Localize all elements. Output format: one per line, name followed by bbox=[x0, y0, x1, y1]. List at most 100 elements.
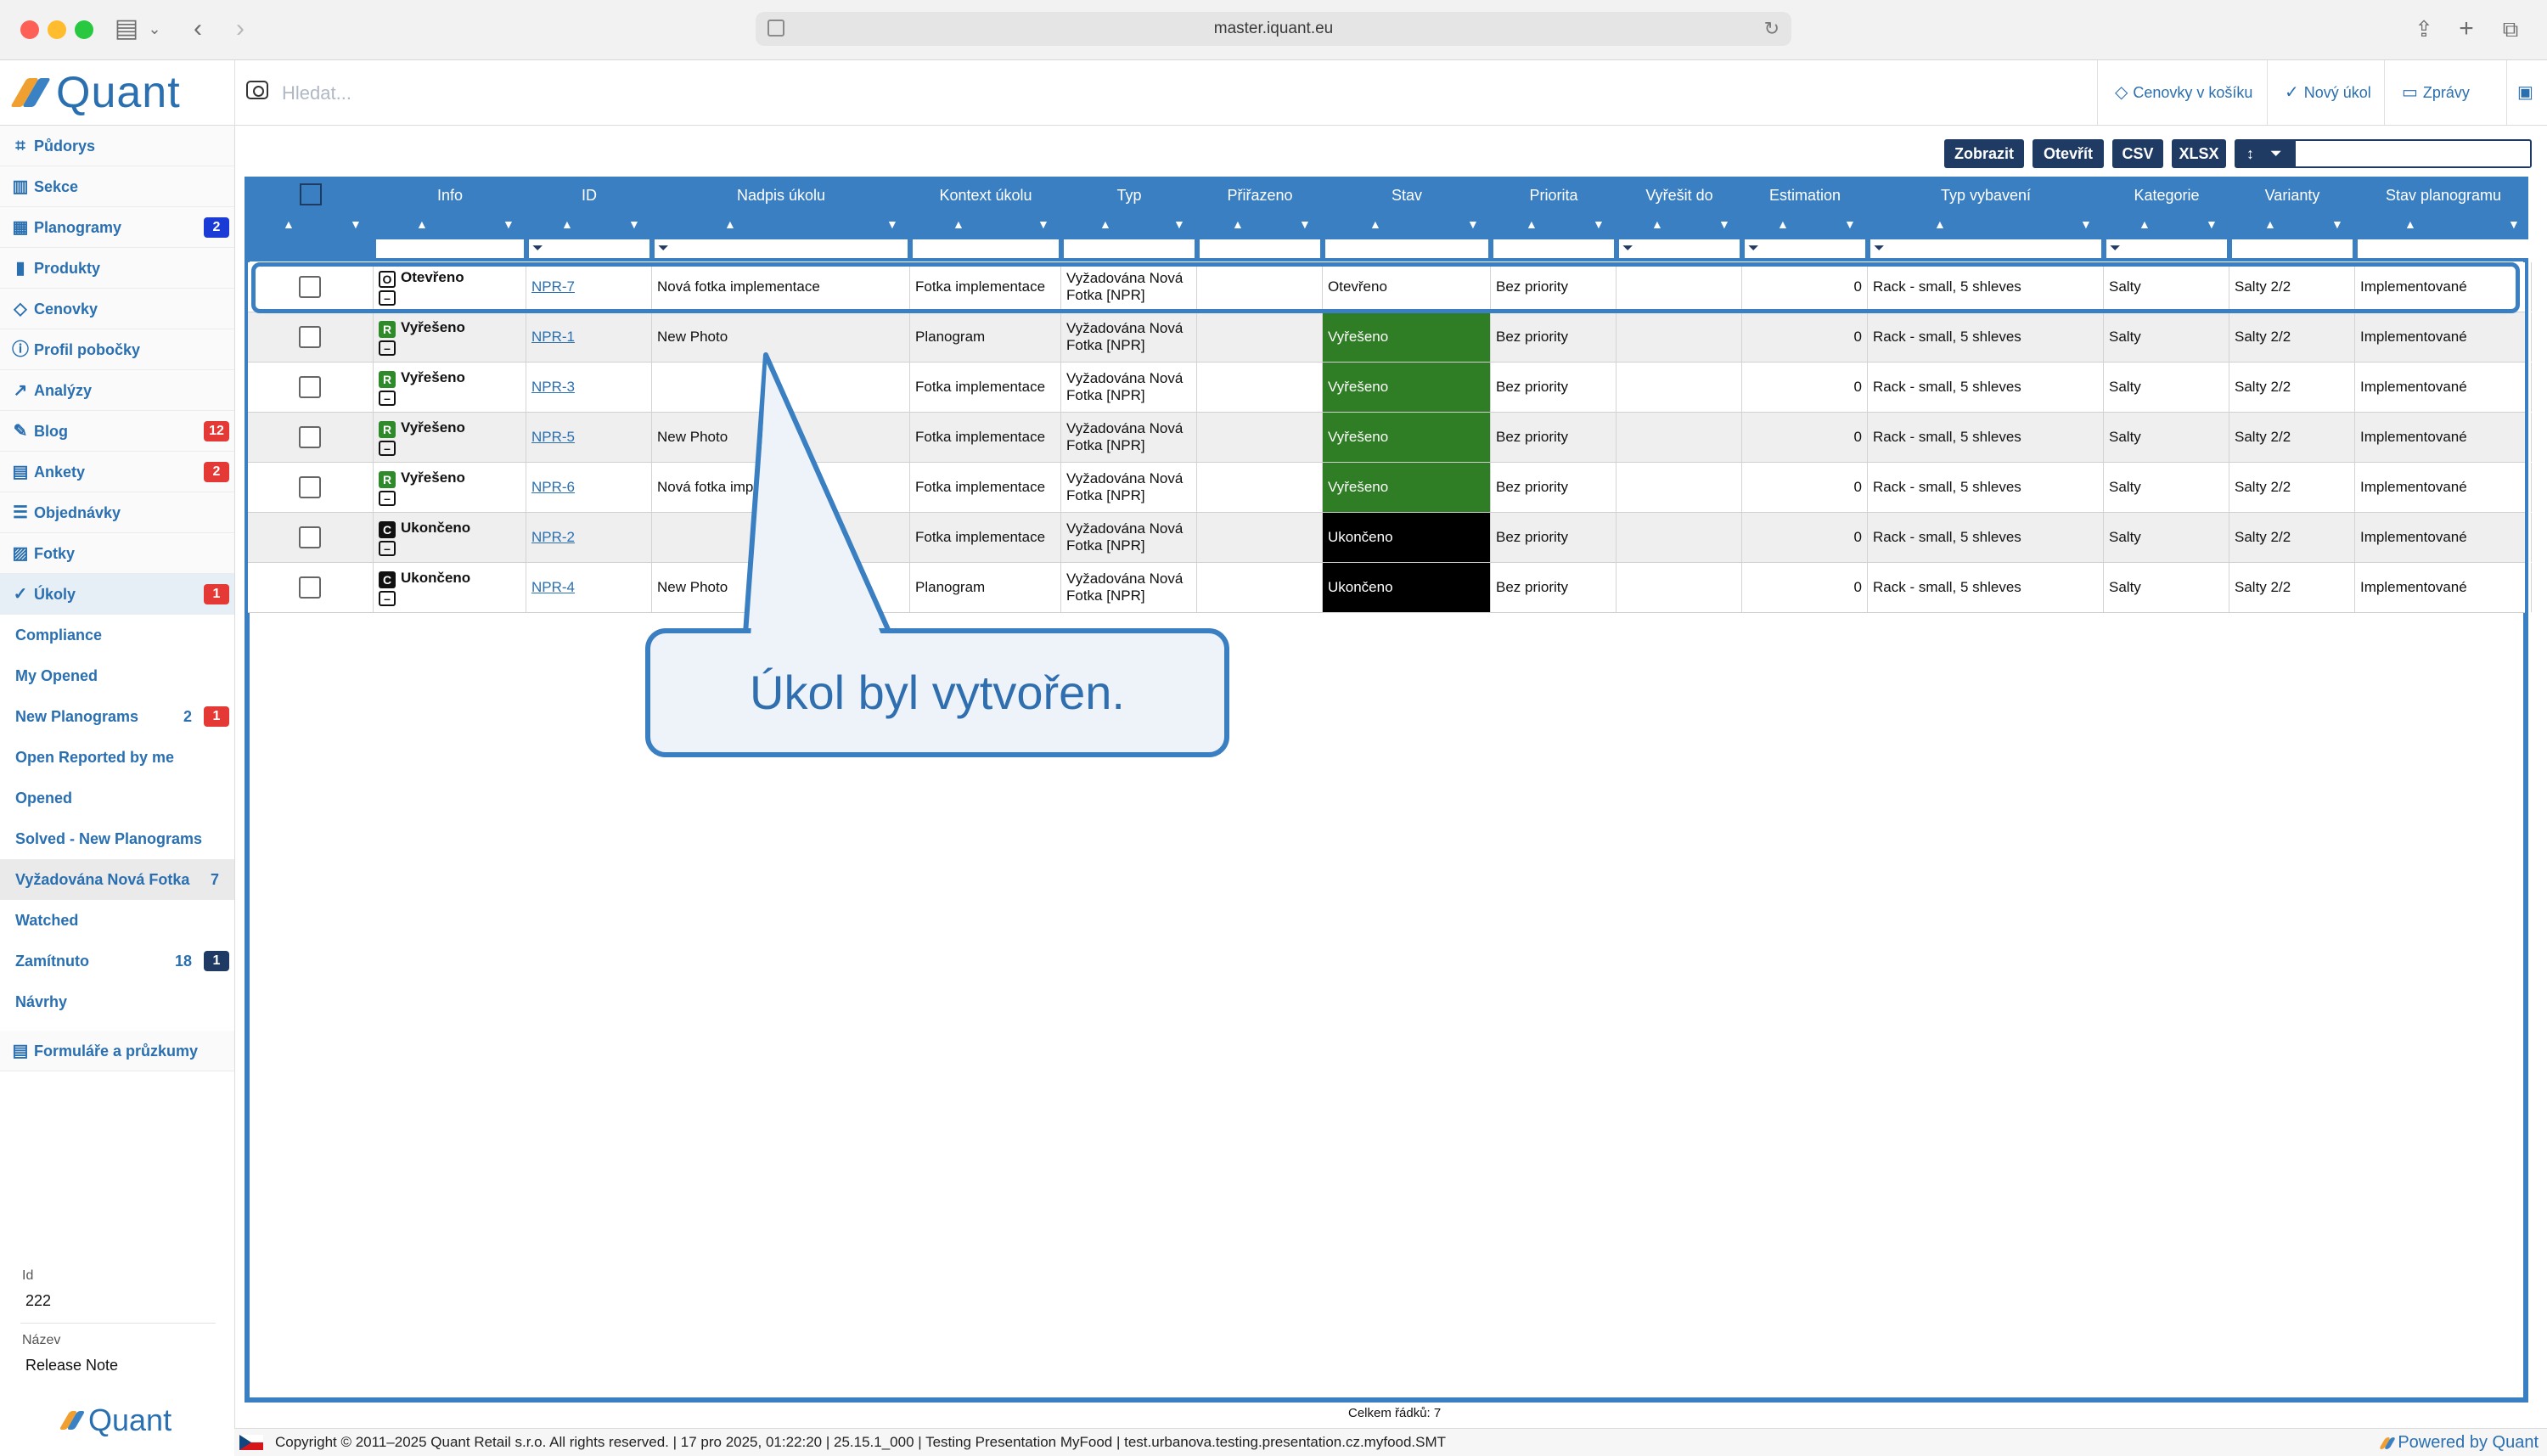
minimize-window-button[interactable] bbox=[48, 20, 66, 39]
share-icon[interactable]: ⇪ bbox=[2409, 12, 2438, 46]
sort-descending-icon[interactable]: ▼ bbox=[1844, 217, 1856, 231]
show-button[interactable]: Zobrazit bbox=[1944, 139, 2024, 168]
sort-ascending-icon[interactable]: ▲ bbox=[1232, 217, 1244, 231]
column-filter-input[interactable] bbox=[1200, 239, 1320, 258]
column-filter-input[interactable] bbox=[913, 239, 1059, 258]
column-filter-input[interactable] bbox=[2232, 239, 2353, 258]
table-row[interactable]: C Ukončeno – NPR-4 New Photo Planogram Vyžadov… bbox=[248, 563, 2532, 613]
powered-by[interactable]: Powered by Quant bbox=[2379, 1429, 2539, 1456]
sort-descending-icon[interactable]: ▼ bbox=[2206, 217, 2218, 231]
new-task-button[interactable]: ✓ Nový úkol bbox=[2267, 60, 2384, 125]
task-id-link[interactable]: NPR-2 bbox=[531, 529, 575, 546]
subnav-my-opened[interactable]: My Opened bbox=[0, 655, 234, 696]
column-header-task-context[interactable]: Kontext úkolu ▲ ▼ bbox=[910, 177, 1061, 261]
column-header-select[interactable]: ▲ ▼ bbox=[248, 177, 374, 261]
collapse-icon[interactable]: – bbox=[379, 541, 396, 556]
bottom-logo[interactable]: Quant bbox=[59, 1403, 171, 1438]
sidebar-item-floorplan[interactable]: ⌗ Půdorys bbox=[0, 126, 234, 166]
subnav-compliance[interactable]: Compliance bbox=[0, 615, 234, 655]
funnel-icon[interactable]: ⏷ bbox=[532, 241, 543, 256]
back-icon[interactable]: ‹ bbox=[185, 12, 211, 46]
task-id-link[interactable]: NPR-4 bbox=[531, 579, 575, 596]
sidebar-item-planograms[interactable]: ▦ Planogramy 2 bbox=[0, 207, 234, 248]
column-header-estimation[interactable]: Estimation ⏷ ▲ ▼ bbox=[1742, 177, 1868, 261]
sort-ascending-icon[interactable]: ▲ bbox=[2264, 217, 2276, 231]
column-filter-input[interactable]: ⏷ bbox=[529, 239, 649, 258]
column-header-category[interactable]: Kategorie ⏷ ▲ ▼ bbox=[2104, 177, 2229, 261]
subnav-new-planograms[interactable]: New Planograms 2 1 bbox=[0, 696, 234, 737]
row-checkbox[interactable] bbox=[299, 526, 321, 548]
funnel-icon[interactable]: ⏷ bbox=[1874, 241, 1885, 256]
table-row[interactable]: C Ukončeno – NPR-2 Fotka implementace Vyžadov… bbox=[248, 513, 2532, 563]
sort-descending-icon[interactable]: ▼ bbox=[350, 217, 362, 231]
column-filter-input[interactable]: ⏷ bbox=[1745, 239, 1865, 258]
sort-descending-icon[interactable]: ▼ bbox=[628, 217, 640, 231]
task-id-link[interactable]: NPR-3 bbox=[531, 379, 575, 396]
sidebar-toggle-icon[interactable]: ▤ bbox=[112, 12, 141, 46]
tab-overview-icon[interactable]: ⧉ bbox=[2496, 12, 2525, 46]
sort-ascending-icon[interactable]: ▲ bbox=[1526, 217, 1538, 231]
column-filter-input[interactable]: ⏷ bbox=[655, 239, 908, 258]
sort-ascending-icon[interactable]: ▲ bbox=[1651, 217, 1663, 231]
sort-ascending-icon[interactable]: ▲ bbox=[1099, 217, 1111, 231]
column-filter-input[interactable]: ⏷ bbox=[2106, 239, 2227, 258]
sort-descending-icon[interactable]: ▼ bbox=[2508, 217, 2520, 231]
sort-ascending-icon[interactable]: ▲ bbox=[2404, 217, 2416, 231]
sort-descending-icon[interactable]: ▼ bbox=[1467, 217, 1479, 231]
sort-descending-icon[interactable]: ▼ bbox=[2331, 217, 2343, 231]
subnav-solved-new-planograms[interactable]: Solved - New Planograms bbox=[0, 818, 234, 859]
sidebar-item-surveys[interactable]: ▤ Ankety 2 bbox=[0, 452, 234, 492]
column-filter-input[interactable] bbox=[1064, 239, 1195, 258]
column-filter-input[interactable] bbox=[2358, 239, 2529, 258]
reload-icon[interactable]: ↻ bbox=[1764, 12, 1780, 46]
sort-ascending-icon[interactable]: ▲ bbox=[2139, 217, 2151, 231]
sort-descending-icon[interactable]: ▼ bbox=[1718, 217, 1730, 231]
sidebar-item-forms[interactable]: ▤ Formuláře a průzkumy bbox=[0, 1031, 234, 1071]
sidebar-item-store-profile[interactable]: ⓘ Profil pobočky bbox=[0, 329, 234, 370]
sort-ascending-icon[interactable]: ▲ bbox=[953, 217, 964, 231]
csv-button[interactable]: CSV bbox=[2112, 139, 2163, 168]
search-input[interactable] bbox=[280, 76, 793, 111]
sort-descending-icon[interactable]: ▼ bbox=[1299, 217, 1311, 231]
task-id-link[interactable]: NPR-7 bbox=[531, 278, 575, 295]
column-header-priority[interactable]: Priorita ▲ ▼ bbox=[1491, 177, 1616, 261]
sidebar-item-analyses[interactable]: ↗ Analýzy bbox=[0, 370, 234, 411]
filter-toggle[interactable]: ↕ ⏷ bbox=[2236, 141, 2296, 166]
table-row[interactable]: R Vyřešeno – NPR-3 Fotka implementace Vyžadov… bbox=[248, 363, 2532, 413]
sort-ascending-icon[interactable]: ▲ bbox=[561, 217, 573, 231]
row-checkbox[interactable] bbox=[299, 376, 321, 398]
sidebar-item-orders[interactable]: ☰ Objednávky bbox=[0, 492, 234, 533]
column-filter-input[interactable]: ⏷ bbox=[1870, 239, 2101, 258]
column-header-type[interactable]: Typ ▲ ▼ bbox=[1061, 177, 1197, 261]
new-tab-icon[interactable]: + bbox=[2452, 12, 2481, 46]
collapse-icon[interactable]: – bbox=[379, 491, 396, 506]
column-header-equipment-type[interactable]: Typ vybavení ⏷ ▲ ▼ bbox=[1868, 177, 2104, 261]
row-checkbox[interactable] bbox=[299, 476, 321, 498]
sidebar-item-products[interactable]: ▮ Produkty bbox=[0, 248, 234, 289]
sort-ascending-icon[interactable]: ▲ bbox=[283, 217, 295, 231]
subnav-proposals[interactable]: Návrhy bbox=[0, 981, 234, 1022]
table-row[interactable]: O Otevřeno – NPR-7 Nová fotka implementace Fo… bbox=[248, 262, 2532, 312]
table-row[interactable]: R Vyřešeno – NPR-5 New Photo Fotka implementa… bbox=[248, 413, 2532, 463]
collapse-icon[interactable]: – bbox=[379, 591, 396, 606]
quick-filter-input[interactable] bbox=[2299, 143, 2530, 166]
subnav-opened[interactable]: Opened bbox=[0, 778, 234, 818]
task-id-link[interactable]: NPR-1 bbox=[531, 329, 575, 346]
task-id-link[interactable]: NPR-5 bbox=[531, 429, 575, 446]
sort-ascending-icon[interactable]: ▲ bbox=[1369, 217, 1381, 231]
select-all-checkbox[interactable] bbox=[300, 183, 322, 205]
funnel-icon[interactable]: ⏷ bbox=[658, 241, 669, 256]
column-filter-input[interactable] bbox=[1325, 239, 1488, 258]
camera-icon[interactable] bbox=[246, 81, 268, 99]
sort-ascending-icon[interactable]: ▲ bbox=[1777, 217, 1789, 231]
sort-descending-icon[interactable]: ▼ bbox=[1593, 217, 1605, 231]
collapse-icon[interactable]: – bbox=[379, 391, 396, 406]
subnav-open-reported-by-me[interactable]: Open Reported by me bbox=[0, 737, 234, 778]
column-header-assigned[interactable]: Přiřazeno ▲ ▼ bbox=[1197, 177, 1323, 261]
collapse-icon[interactable]: – bbox=[379, 340, 396, 356]
sort-ascending-icon[interactable]: ▲ bbox=[1934, 217, 1946, 231]
row-checkbox[interactable] bbox=[299, 326, 321, 348]
column-header-task-title[interactable]: Nadpis úkolu ⏷ ▲ ▼ bbox=[652, 177, 910, 261]
sort-descending-icon[interactable]: ▼ bbox=[1037, 217, 1049, 231]
collapse-icon[interactable]: – bbox=[379, 290, 396, 306]
